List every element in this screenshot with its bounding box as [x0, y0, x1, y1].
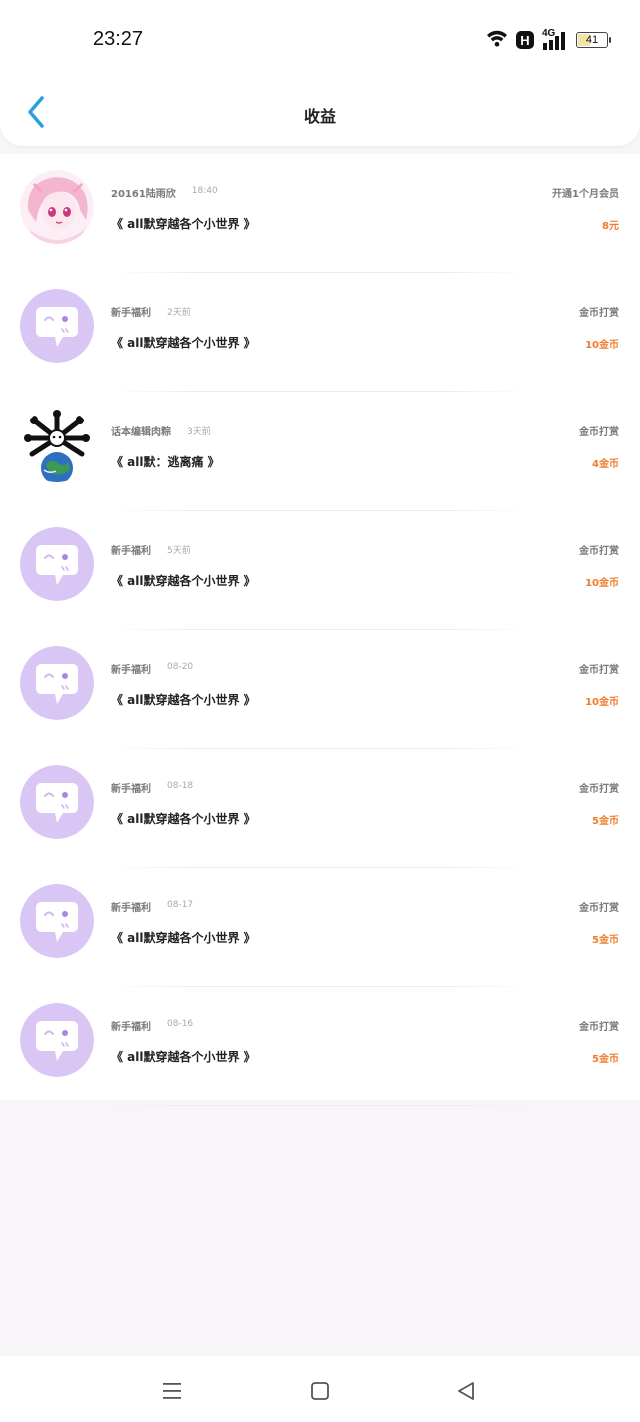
record-user-name: 新手福利	[111, 665, 151, 676]
chat-bubble-avatar-icon	[20, 884, 94, 958]
record-amount: 10金币	[585, 340, 619, 351]
avatar[interactable]	[20, 1003, 94, 1077]
record-income-type: 金币打赏	[579, 308, 619, 319]
system-nav-bar	[0, 1356, 640, 1422]
record-time: 18:40	[191, 186, 218, 196]
record-amount: 8元	[602, 221, 619, 232]
wifi-icon	[486, 29, 508, 51]
record-book-title: 《 all默穿越各个小世界 》	[111, 693, 256, 707]
battery-percent: 41	[585, 34, 599, 46]
income-record-row[interactable]: 新手福利 08-17 《 all默穿越各个小世界 》 金币打赏 5金币	[0, 868, 640, 987]
avatar[interactable]	[20, 884, 94, 958]
status-icons: H 4G 41	[486, 28, 611, 52]
income-list: 20161陆雨欣 18:40 《 all默穿越各个小世界 》 开通1个月会员 8元新手福…	[0, 154, 640, 1106]
record-user-name: 新手福利	[111, 1022, 151, 1033]
earth-bones-avatar-icon	[20, 408, 94, 482]
record-income-type: 金币打赏	[579, 427, 619, 438]
record-amount: 10金币	[585, 578, 619, 589]
header: 23:27 H 4G 41 收益	[0, 0, 640, 146]
back-triangle-icon	[458, 1382, 474, 1400]
record-user-name: 20161陆雨欣	[111, 189, 176, 200]
chat-bubble-avatar-icon	[20, 1003, 94, 1077]
record-amount: 4金币	[592, 459, 619, 470]
h-badge-icon: H	[516, 31, 534, 49]
income-record-row[interactable]: 新手福利 08-18 《 all默穿越各个小世界 》 金币打赏 5金币	[0, 749, 640, 868]
record-time: 08-20	[167, 662, 194, 672]
avatar[interactable]	[20, 646, 94, 720]
record-income-type: 金币打赏	[579, 665, 619, 676]
record-user-name: 话本编辑肉粽	[111, 427, 171, 438]
page-title: 收益	[303, 107, 336, 126]
record-book-title: 《 all默穿越各个小世界 》	[111, 217, 256, 231]
record-time: 08-18	[167, 781, 194, 791]
battery-icon: 41	[576, 32, 611, 48]
record-amount: 5金币	[592, 816, 619, 827]
record-book-title: 《 all默：逃离痛 》	[111, 455, 220, 469]
chat-bubble-avatar-icon	[20, 646, 94, 720]
income-page: 23:27 H 4G 41 收益 20161陆雨欣 18:40 《 all默穿越…	[0, 0, 640, 1422]
avatar[interactable]	[20, 289, 94, 363]
avatar[interactable]	[20, 170, 94, 244]
avatar[interactable]	[20, 408, 94, 482]
income-record-row[interactable]: 新手福利 08-20 《 all默穿越各个小世界 》 金币打赏 10金币	[0, 630, 640, 749]
record-time: 2天前	[167, 308, 191, 318]
chat-bubble-avatar-icon	[20, 527, 94, 601]
record-book-title: 《 all默穿越各个小世界 》	[111, 574, 256, 588]
record-income-type: 金币打赏	[579, 903, 619, 914]
anime-girl-avatar-icon	[20, 170, 94, 244]
record-user-name: 新手福利	[111, 903, 151, 914]
menu-icon	[163, 1383, 181, 1399]
back-nav-button[interactable]	[451, 1376, 481, 1406]
avatar[interactable]	[20, 765, 94, 839]
avatar[interactable]	[20, 527, 94, 601]
chat-bubble-avatar-icon	[20, 289, 94, 363]
record-time: 3天前	[187, 427, 211, 437]
status-time: 23:27	[93, 28, 144, 50]
home-square-icon	[311, 1382, 329, 1400]
income-record-row[interactable]: 20161陆雨欣 18:40 《 all默穿越各个小世界 》 开通1个月会员 8元	[0, 154, 640, 273]
record-amount: 5金币	[592, 1054, 619, 1065]
record-amount: 5金币	[592, 935, 619, 946]
menu-button[interactable]	[157, 1376, 187, 1406]
record-user-name: 新手福利	[111, 546, 151, 557]
row-divider	[111, 1105, 529, 1106]
income-record-row[interactable]: 话本编辑肉粽 3天前《 all默：逃离痛 》 金币打赏 4金币	[0, 392, 640, 511]
record-time: 08-16	[167, 1019, 194, 1029]
income-record-row[interactable]: 新手福利 5天前《 all默穿越各个小世界 》 金币打赏 10金币	[0, 511, 640, 630]
record-income-type: 金币打赏	[579, 784, 619, 795]
record-user-name: 新手福利	[111, 784, 151, 795]
signal-icon: 4G	[542, 28, 568, 50]
record-user-name: 新手福利	[111, 308, 151, 319]
record-book-title: 《 all默穿越各个小世界 》	[111, 1050, 256, 1064]
income-record-row[interactable]: 新手福利 08-16 《 all默穿越各个小世界 》 金币打赏 5金币	[0, 987, 640, 1106]
record-book-title: 《 all默穿越各个小世界 》	[111, 812, 256, 826]
record-book-title: 《 all默穿越各个小世界 》	[111, 931, 256, 945]
chat-bubble-avatar-icon	[20, 765, 94, 839]
record-time: 08-17	[167, 900, 194, 910]
record-book-title: 《 all默穿越各个小世界 》	[111, 336, 256, 350]
record-income-type: 金币打赏	[579, 1022, 619, 1033]
home-button[interactable]	[305, 1376, 335, 1406]
record-time: 5天前	[167, 546, 191, 556]
record-amount: 10金币	[585, 697, 619, 708]
income-record-row[interactable]: 新手福利 2天前《 all默穿越各个小世界 》 金币打赏 10金币	[0, 273, 640, 392]
record-income-type: 金币打赏	[579, 546, 619, 557]
record-income-type: 开通1个月会员	[552, 189, 619, 200]
